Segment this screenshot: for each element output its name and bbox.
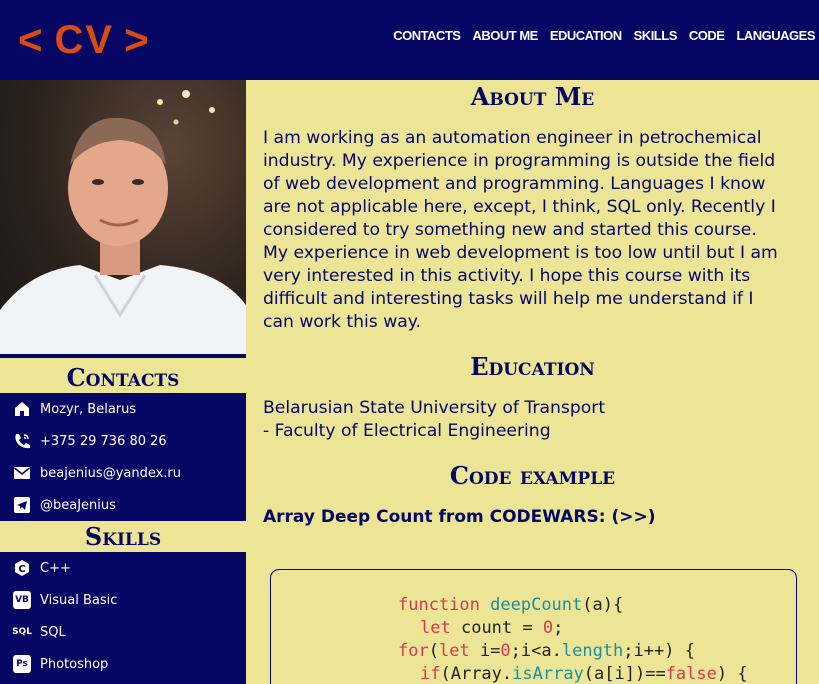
logo-left-bracket: < [18, 16, 45, 63]
education-heading: Education [470, 352, 595, 381]
skill-vb: VB Visual Basic [0, 584, 246, 616]
logo-right-bracket: > [124, 16, 151, 63]
contacts-list: Mozyr, Belarus +375 29 736 80 26 beajeni… [0, 393, 246, 521]
code-example-block: function deepCount(a){let count = 0; for(… [270, 569, 797, 684]
svg-text:C: C [18, 564, 25, 575]
education-text: Belarusian State University of Transport… [263, 398, 606, 441]
nav-code[interactable]: CODE [689, 28, 725, 43]
contacts-heading: Contacts [0, 362, 246, 393]
skill-vb-text: Visual Basic [40, 592, 118, 608]
skill-cpp-text: C++ [40, 560, 71, 576]
about-text: I am working as an automation engineer i… [263, 128, 778, 332]
nav-about-me[interactable]: ABOUT ME [472, 28, 538, 43]
nav-education[interactable]: EDUCATION [550, 28, 622, 43]
skill-photoshop-text: Photoshop [40, 656, 109, 672]
main-nav: CONTACTS ABOUT ME EDUCATION SKILLS CODE … [393, 28, 815, 43]
skill-cpp: C C++ [0, 552, 246, 584]
skills-list: C C++ VB Visual Basic SQL SQL Ps Photosh… [0, 552, 246, 684]
contact-location-text: Mozyr, Belarus [40, 401, 137, 417]
cv-logo[interactable]: < CV > [18, 16, 151, 64]
profile-photo-illustration [0, 90, 246, 354]
logo-text: CV [54, 17, 115, 62]
skills-heading: Skills [0, 521, 246, 552]
about-heading: About Me [470, 82, 595, 111]
nav-skills[interactable]: SKILLS [634, 28, 678, 43]
photoshop-icon: Ps [12, 654, 32, 674]
site-header: < CV > CONTACTS ABOUT ME EDUCATION SKILL… [0, 0, 819, 80]
skill-photoshop: Ps Photoshop [0, 648, 246, 680]
skill-sql-text: SQL [40, 624, 66, 640]
contact-location: Mozyr, Belarus [0, 393, 246, 425]
mail-icon [12, 463, 32, 483]
phone-icon [12, 431, 32, 451]
profile-photo [0, 80, 246, 358]
telegram-icon [12, 495, 32, 515]
sql-icon: SQL [12, 627, 32, 637]
nav-contacts[interactable]: CONTACTS [393, 28, 461, 43]
code-heading: Code example [449, 461, 616, 490]
contact-email-text: beajenius@yandex.ru [40, 465, 182, 481]
home-icon [12, 399, 32, 419]
contact-phone[interactable]: +375 29 736 80 26 [0, 425, 246, 457]
main-content: About Me I am working as an automation e… [246, 80, 819, 684]
contact-email[interactable]: beajenius@yandex.ru [0, 457, 246, 489]
contact-phone-text: +375 29 736 80 26 [40, 433, 167, 449]
contact-telegram-text: @beaJenius [40, 497, 116, 513]
sidebar: Contacts Mozyr, Belarus +375 29 736 80 2… [0, 80, 246, 684]
nav-languages[interactable]: LANGUAGES [736, 28, 815, 43]
vb-icon: VB [12, 590, 32, 610]
contact-telegram[interactable]: @beaJenius [0, 489, 246, 521]
code-subtitle-link[interactable]: Array Deep Count from CODEWARS: (>>) [263, 507, 656, 527]
skill-sql: SQL SQL [0, 616, 246, 648]
cpp-icon: C [12, 558, 32, 578]
